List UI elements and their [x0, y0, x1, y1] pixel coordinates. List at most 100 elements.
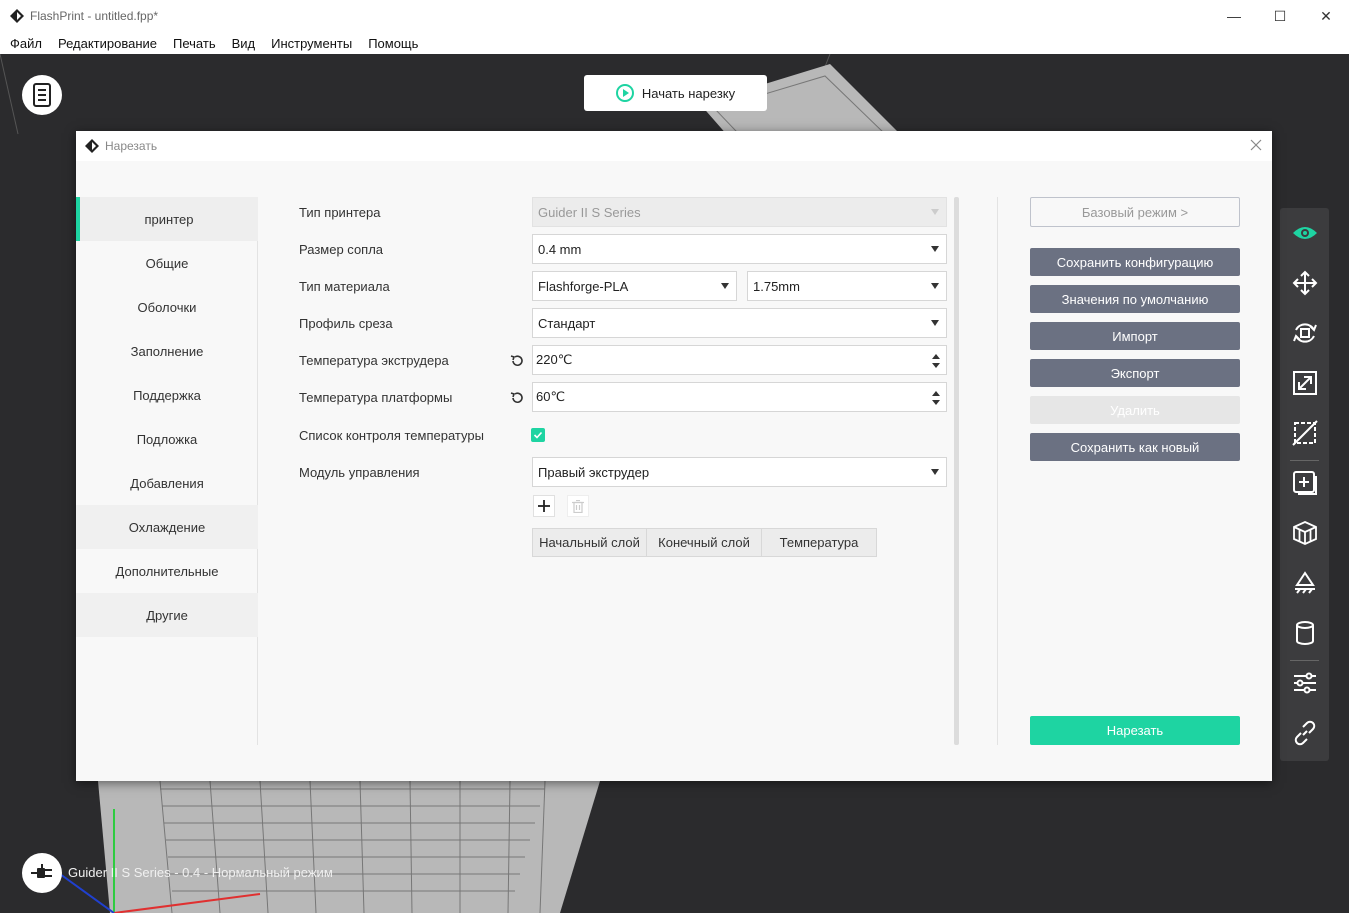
dialog-title: Нарезать — [105, 139, 158, 153]
sidebar-item-shells[interactable]: Оболочки — [76, 285, 258, 329]
cylinder-icon — [1295, 621, 1314, 645]
plus-icon — [538, 500, 550, 512]
chevron-down-icon — [931, 209, 939, 215]
nozzle-size-value: 0.4 mm — [538, 241, 582, 257]
column-start-layer[interactable]: Начальный слой — [533, 529, 647, 556]
eye-icon — [1292, 227, 1317, 239]
printer-type-select: Guider II S Series — [532, 197, 947, 227]
menu-help[interactable]: Помощь — [360, 36, 426, 51]
temp-control-list-checkbox[interactable] — [531, 428, 545, 442]
sidebar-item-others[interactable]: Другие — [76, 593, 258, 637]
menu-view[interactable]: Вид — [224, 36, 264, 51]
start-slicing-button[interactable]: Начать нарезку — [584, 75, 767, 111]
slice-profile-select[interactable]: Стандарт — [532, 308, 947, 338]
document-icon — [33, 83, 51, 107]
window-controls: — ☐ ✕ — [1211, 0, 1349, 32]
printer-type-label: Тип принтера — [299, 205, 381, 220]
sliders-icon — [1293, 672, 1316, 694]
delete-button: Удалить — [1030, 396, 1240, 424]
add-support-icon — [1292, 471, 1317, 495]
chevron-down-icon — [931, 320, 939, 326]
menu-edit[interactable]: Редактирование — [50, 36, 165, 51]
spinner-arrows-icon[interactable] — [932, 353, 940, 369]
settings-tool[interactable] — [1280, 663, 1329, 703]
menu-print[interactable]: Печать — [165, 36, 224, 51]
chevron-down-icon — [721, 283, 729, 289]
basic-mode-button[interactable]: Базовый режим > — [1030, 197, 1240, 227]
column-end-layer[interactable]: Конечный слой — [647, 529, 762, 556]
control-module-value: Правый экструдер — [538, 464, 650, 480]
plug-icon — [31, 864, 52, 878]
column-temperature[interactable]: Температура — [762, 529, 876, 556]
scale-icon — [1292, 371, 1317, 395]
save-as-new-button[interactable]: Сохранить как новый — [1030, 433, 1240, 461]
reset-icon[interactable] — [510, 354, 524, 368]
slice-dialog: Нарезать принтер Общие Оболочки Заполнен… — [76, 131, 1272, 781]
window-title: FlashPrint - untitled.fpp* — [30, 9, 159, 23]
sidebar-item-printer[interactable]: принтер — [76, 197, 258, 241]
slice-profile-value: Стандарт — [538, 315, 596, 331]
sidebar-item-advanced[interactable]: Дополнительные — [76, 549, 258, 593]
printer-connect-button[interactable] — [22, 853, 62, 893]
start-slicing-label: Начать нарезку — [641, 85, 736, 101]
nozzle-size-select[interactable]: 0.4 mm — [532, 234, 947, 264]
temp-control-list-label: Список контроля температуры — [299, 428, 484, 443]
menu-file[interactable]: Файл — [2, 36, 50, 51]
sidebar-item-support[interactable]: Поддержка — [76, 373, 258, 417]
platform-temp-label: Температура платформы — [299, 390, 453, 405]
checkmark-icon — [533, 431, 543, 439]
scale-tool[interactable] — [1280, 363, 1329, 403]
chevron-down-icon — [931, 469, 939, 475]
settings-scrollbar[interactable] — [954, 197, 959, 745]
trash-icon — [572, 499, 584, 513]
save-config-button[interactable]: Сохранить конфигурацию — [1030, 248, 1240, 276]
cut-icon — [1291, 420, 1318, 446]
rotate-tool[interactable] — [1280, 313, 1329, 353]
slice-button[interactable]: Нарезать — [1030, 716, 1240, 745]
panel-divider — [997, 197, 998, 745]
sidebar-item-cooling[interactable]: Охлаждение — [76, 505, 258, 549]
control-module-label: Модуль управления — [299, 465, 420, 480]
multi-object-tool[interactable] — [1280, 513, 1329, 553]
maximize-button[interactable]: ☐ — [1257, 0, 1303, 32]
close-icon[interactable] — [1248, 137, 1264, 153]
chevron-down-icon — [931, 283, 939, 289]
multi-cube-icon — [1292, 521, 1317, 545]
export-button[interactable]: Экспорт — [1030, 359, 1240, 387]
sidebar-item-general[interactable]: Общие — [76, 241, 258, 285]
chevron-down-icon — [931, 246, 939, 252]
add-row-button[interactable] — [533, 495, 555, 517]
defaults-button[interactable]: Значения по умолчанию — [1030, 285, 1240, 313]
view-tool[interactable] — [1280, 213, 1329, 253]
sidebar-item-infill[interactable]: Заполнение — [76, 329, 258, 373]
platform-temp-spinbox[interactable]: 60℃ — [532, 382, 947, 412]
material-type-select[interactable]: Flashforge-PLA — [532, 271, 737, 301]
cut-tool[interactable] — [1280, 413, 1329, 453]
sidebar-item-additions[interactable]: Добавления — [76, 461, 258, 505]
document-info-button[interactable] — [22, 75, 62, 115]
cylinder-tool[interactable] — [1280, 613, 1329, 653]
extruder-temp-value: 220℃ — [536, 352, 573, 367]
menu-tools[interactable]: Инструменты — [263, 36, 360, 51]
spinner-arrows-icon[interactable] — [932, 390, 940, 406]
reset-icon[interactable] — [510, 391, 524, 405]
support-tool[interactable] — [1280, 463, 1329, 503]
right-toolbar — [1280, 208, 1329, 761]
nozzle-size-label: Размер сопла — [299, 242, 384, 257]
rotate-icon — [1292, 323, 1317, 343]
import-button[interactable]: Импорт — [1030, 322, 1240, 350]
filament-diameter-select[interactable]: 1.75mm — [747, 271, 947, 301]
control-module-select[interactable]: Правый экструдер — [532, 457, 947, 487]
move-tool[interactable] — [1280, 263, 1329, 303]
link-tool[interactable] — [1280, 713, 1329, 753]
lay-flat-tool[interactable] — [1280, 563, 1329, 603]
filament-diameter-value: 1.75mm — [753, 278, 800, 294]
sidebar-item-raft[interactable]: Подложка — [76, 417, 258, 461]
minimize-button[interactable]: — — [1211, 0, 1257, 32]
material-type-value: Flashforge-PLA — [538, 278, 629, 294]
close-window-button[interactable]: ✕ — [1303, 0, 1349, 32]
move-icon — [1292, 270, 1317, 296]
lay-flat-icon — [1294, 571, 1315, 594]
extruder-temp-spinbox[interactable]: 220℃ — [532, 345, 947, 375]
delete-row-button[interactable] — [567, 495, 589, 517]
